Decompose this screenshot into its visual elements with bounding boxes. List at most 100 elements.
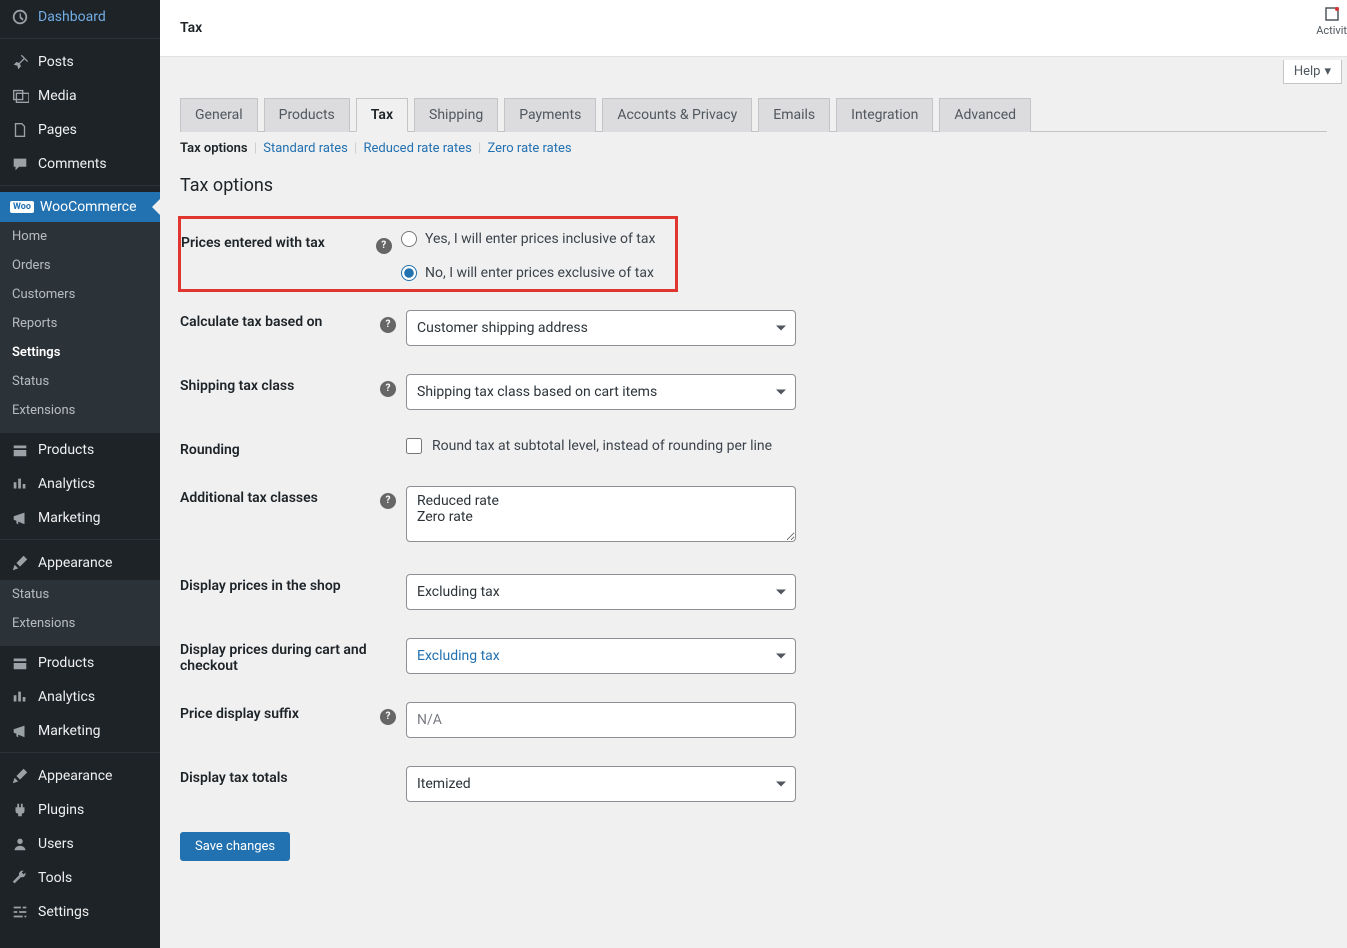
- page-title: Tax: [180, 20, 202, 36]
- pin-icon: [10, 52, 30, 72]
- sidebar-item-label: Settings: [38, 904, 89, 920]
- sidebar-item-appearance2[interactable]: Appearance: [0, 759, 160, 793]
- tab-accounts-privacy[interactable]: Accounts & Privacy: [602, 98, 752, 132]
- sidebar-item-comments[interactable]: Comments: [0, 147, 160, 181]
- sidebar-item-label: Media: [38, 88, 77, 104]
- tab-general[interactable]: General: [180, 98, 258, 132]
- help-tooltip-icon[interactable]: ?: [376, 238, 392, 254]
- sidebar-item-products[interactable]: Products: [0, 433, 160, 467]
- radio-inclusive[interactable]: Yes, I will enter prices inclusive of ta…: [401, 231, 661, 247]
- sidebar-item-pages[interactable]: Pages: [0, 113, 160, 147]
- help-tooltip-icon[interactable]: ?: [380, 709, 396, 725]
- analytics-icon: [10, 687, 30, 707]
- sidebar-sub-status2[interactable]: Status: [0, 580, 160, 609]
- help-tooltip-icon[interactable]: ?: [380, 381, 396, 397]
- totals-label: Display tax totals: [180, 766, 380, 786]
- analytics-icon: [10, 474, 30, 494]
- sidebar-sub-settings[interactable]: Settings: [0, 338, 160, 367]
- activity-panel[interactable]: Activit: [1316, 4, 1347, 37]
- media-icon: [10, 86, 30, 106]
- sidebar-item-label: Marketing: [38, 723, 101, 739]
- sidebar-sub-status[interactable]: Status: [0, 367, 160, 396]
- prices-tax-label: Prices entered with tax: [181, 231, 376, 251]
- section-heading: Tax options: [180, 175, 1327, 196]
- suffix-input[interactable]: [406, 702, 796, 738]
- brush-icon: [10, 766, 30, 786]
- sidebar-sub-home[interactable]: Home: [0, 222, 160, 251]
- tab-integration[interactable]: Integration: [836, 98, 933, 132]
- tab-shipping[interactable]: Shipping: [414, 98, 498, 132]
- sidebar-item-woocommerce[interactable]: Woo WooCommerce: [0, 192, 160, 222]
- shop-prices-select[interactable]: Excluding tax: [406, 574, 796, 610]
- sidebar-item-label: Marketing: [38, 510, 101, 526]
- sidebar-item-label: WooCommerce: [40, 199, 137, 215]
- help-tooltip-icon[interactable]: ?: [380, 493, 396, 509]
- brush-icon: [10, 553, 30, 573]
- megaphone-icon: [10, 508, 30, 528]
- appearance-submenu: Status Extensions: [0, 580, 160, 646]
- sidebar-item-label: Users: [38, 836, 74, 852]
- sidebar-item-label: Pages: [38, 122, 77, 138]
- sidebar-item-plugins[interactable]: Plugins: [0, 793, 160, 827]
- help-tab[interactable]: Help ▾: [1283, 60, 1342, 84]
- subnav-tax-options[interactable]: Tax options: [180, 141, 248, 156]
- sidebar-item-label: Posts: [38, 54, 74, 70]
- comment-icon: [10, 154, 30, 174]
- rounding-checkbox-label[interactable]: Round tax at subtotal level, instead of …: [406, 438, 796, 454]
- sidebar-sub-extensions[interactable]: Extensions: [0, 396, 160, 425]
- pages-icon: [10, 120, 30, 140]
- sidebar-item-settings[interactable]: Settings: [0, 895, 160, 929]
- sidebar-item-label: Comments: [38, 156, 107, 172]
- subnav-zero-rates[interactable]: Zero rate rates: [487, 141, 571, 156]
- sidebar-item-analytics2[interactable]: Analytics: [0, 680, 160, 714]
- tax-subnav: Tax options | Standard rates | Reduced r…: [180, 132, 1327, 165]
- sliders-icon: [10, 902, 30, 922]
- shipping-class-select[interactable]: Shipping tax class based on cart items: [406, 374, 796, 410]
- main-content: Tax Activit Help ▾ GeneralProductsTaxShi…: [160, 0, 1347, 948]
- sidebar-item-label: Analytics: [38, 689, 95, 705]
- sidebar-item-posts[interactable]: Posts: [0, 45, 160, 79]
- sidebar-item-dashboard[interactable]: Dashboard: [0, 0, 160, 34]
- highlighted-prices-tax-setting: Prices entered with tax ? Yes, I will en…: [178, 216, 678, 292]
- radio-exclusive[interactable]: No, I will enter prices exclusive of tax: [401, 265, 661, 281]
- megaphone-icon: [10, 721, 30, 741]
- tab-tax[interactable]: Tax: [356, 98, 408, 132]
- subnav-reduced-rates[interactable]: Reduced rate rates: [363, 141, 471, 156]
- wrench-icon: [10, 868, 30, 888]
- sidebar-item-appearance[interactable]: Appearance: [0, 546, 160, 580]
- additional-classes-textarea[interactable]: [406, 486, 796, 542]
- subnav-standard-rates[interactable]: Standard rates: [263, 141, 348, 156]
- sidebar-item-analytics[interactable]: Analytics: [0, 467, 160, 501]
- cart-prices-label: Display prices during cart and checkout: [180, 638, 380, 674]
- rounding-checkbox[interactable]: [406, 438, 422, 454]
- sidebar-item-tools[interactable]: Tools: [0, 861, 160, 895]
- shipping-class-label: Shipping tax class: [180, 374, 380, 394]
- dashboard-icon: [10, 7, 30, 27]
- sidebar-item-marketing[interactable]: Marketing: [0, 501, 160, 535]
- sidebar-item-marketing2[interactable]: Marketing: [0, 714, 160, 748]
- radio-exclusive-input[interactable]: [401, 265, 417, 281]
- tab-advanced[interactable]: Advanced: [939, 98, 1031, 132]
- help-tooltip-icon[interactable]: ?: [380, 317, 396, 333]
- sidebar-item-products2[interactable]: Products: [0, 646, 160, 680]
- tab-emails[interactable]: Emails: [758, 98, 830, 132]
- cart-prices-select[interactable]: Excluding tax: [406, 638, 796, 674]
- tab-products[interactable]: Products: [264, 98, 350, 132]
- sidebar-item-users[interactable]: Users: [0, 827, 160, 861]
- sidebar-sub-orders[interactable]: Orders: [0, 251, 160, 280]
- radio-inclusive-input[interactable]: [401, 231, 417, 247]
- sidebar-sub-customers[interactable]: Customers: [0, 280, 160, 309]
- totals-select[interactable]: Itemized: [406, 766, 796, 802]
- shop-prices-label: Display prices in the shop: [180, 574, 380, 594]
- sidebar-sub-reports[interactable]: Reports: [0, 309, 160, 338]
- woocommerce-submenu: Home Orders Customers Reports Settings S…: [0, 222, 160, 433]
- calc-tax-select[interactable]: Customer shipping address: [406, 310, 796, 346]
- save-changes-button[interactable]: Save changes: [180, 832, 290, 861]
- sidebar-item-label: Appearance: [38, 555, 112, 571]
- sidebar-item-media[interactable]: Media: [0, 79, 160, 113]
- sidebar-item-label: Tools: [38, 870, 72, 886]
- tab-payments[interactable]: Payments: [504, 98, 596, 132]
- sidebar-item-label: Products: [38, 442, 94, 458]
- sidebar-sub-extensions2[interactable]: Extensions: [0, 609, 160, 638]
- plugin-icon: [10, 800, 30, 820]
